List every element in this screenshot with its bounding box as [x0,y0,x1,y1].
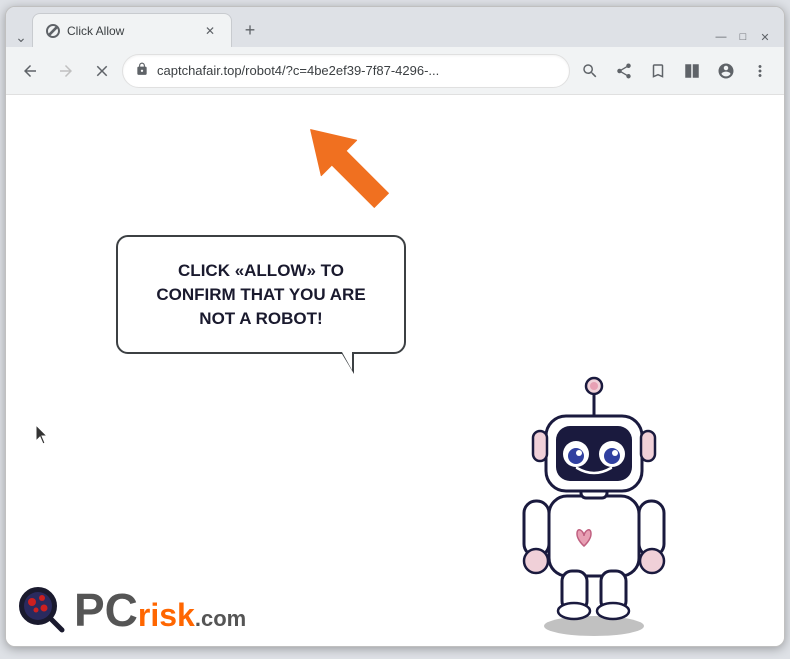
tab-title: Click Allow [67,24,195,38]
tab-close-button[interactable]: ✕ [201,22,219,40]
pcrisk-risk-letters: risk [138,599,195,631]
pcrisk-com-letters: .com [195,608,246,630]
maximize-button[interactable]: □ [736,30,750,44]
pcrisk-logo-icon [16,584,68,636]
active-tab[interactable]: Click Allow ✕ [32,13,232,47]
chevron-down-icon[interactable]: ⌄ [14,30,28,44]
arrow-indicator [286,105,386,215]
minimize-button[interactable]: — [714,30,728,44]
pcrisk-watermark: PC risk .com [16,584,246,636]
lock-icon [135,62,149,79]
pcrisk-pc-letters: PC [74,587,138,633]
browser-toolbar: captchafair.top/robot4/?c=4be2ef39-7f87-… [6,47,784,95]
window-controls: — □ ✕ [714,30,776,44]
speech-bubble: CLICK «ALLOW» TO CONFIRM THAT YOU ARE NO… [116,235,406,354]
back-button[interactable] [14,55,46,87]
address-bar[interactable]: captchafair.top/robot4/?c=4be2ef39-7f87-… [122,54,570,88]
url-text: captchafair.top/robot4/?c=4be2ef39-7f87-… [157,63,557,78]
bookmark-icon[interactable] [642,55,674,87]
tab-favicon [45,23,61,39]
pcrisk-text: PC risk .com [74,587,246,633]
menu-icon[interactable] [744,55,776,87]
close-button[interactable]: ✕ [758,30,772,44]
browser-window: ⌄ Click Allow ✕ + — □ ✕ [5,6,785,647]
share-icon[interactable] [608,55,640,87]
tab-bar: ⌄ Click Allow ✕ + — □ ✕ [6,7,784,47]
search-icon[interactable] [574,55,606,87]
profile-icon[interactable] [710,55,742,87]
page-content: CLICK «ALLOW» TO CONFIRM THAT YOU ARE NO… [6,95,784,646]
forward-button[interactable] [50,55,82,87]
reload-button[interactable] [86,55,118,87]
new-tab-button[interactable]: + [236,16,264,44]
toolbar-action-icons [574,55,776,87]
bubble-text: CLICK «ALLOW» TO CONFIRM THAT YOU ARE NO… [146,259,376,330]
robot-illustration [484,336,704,636]
split-screen-icon[interactable] [676,55,708,87]
mouse-cursor [36,425,52,445]
